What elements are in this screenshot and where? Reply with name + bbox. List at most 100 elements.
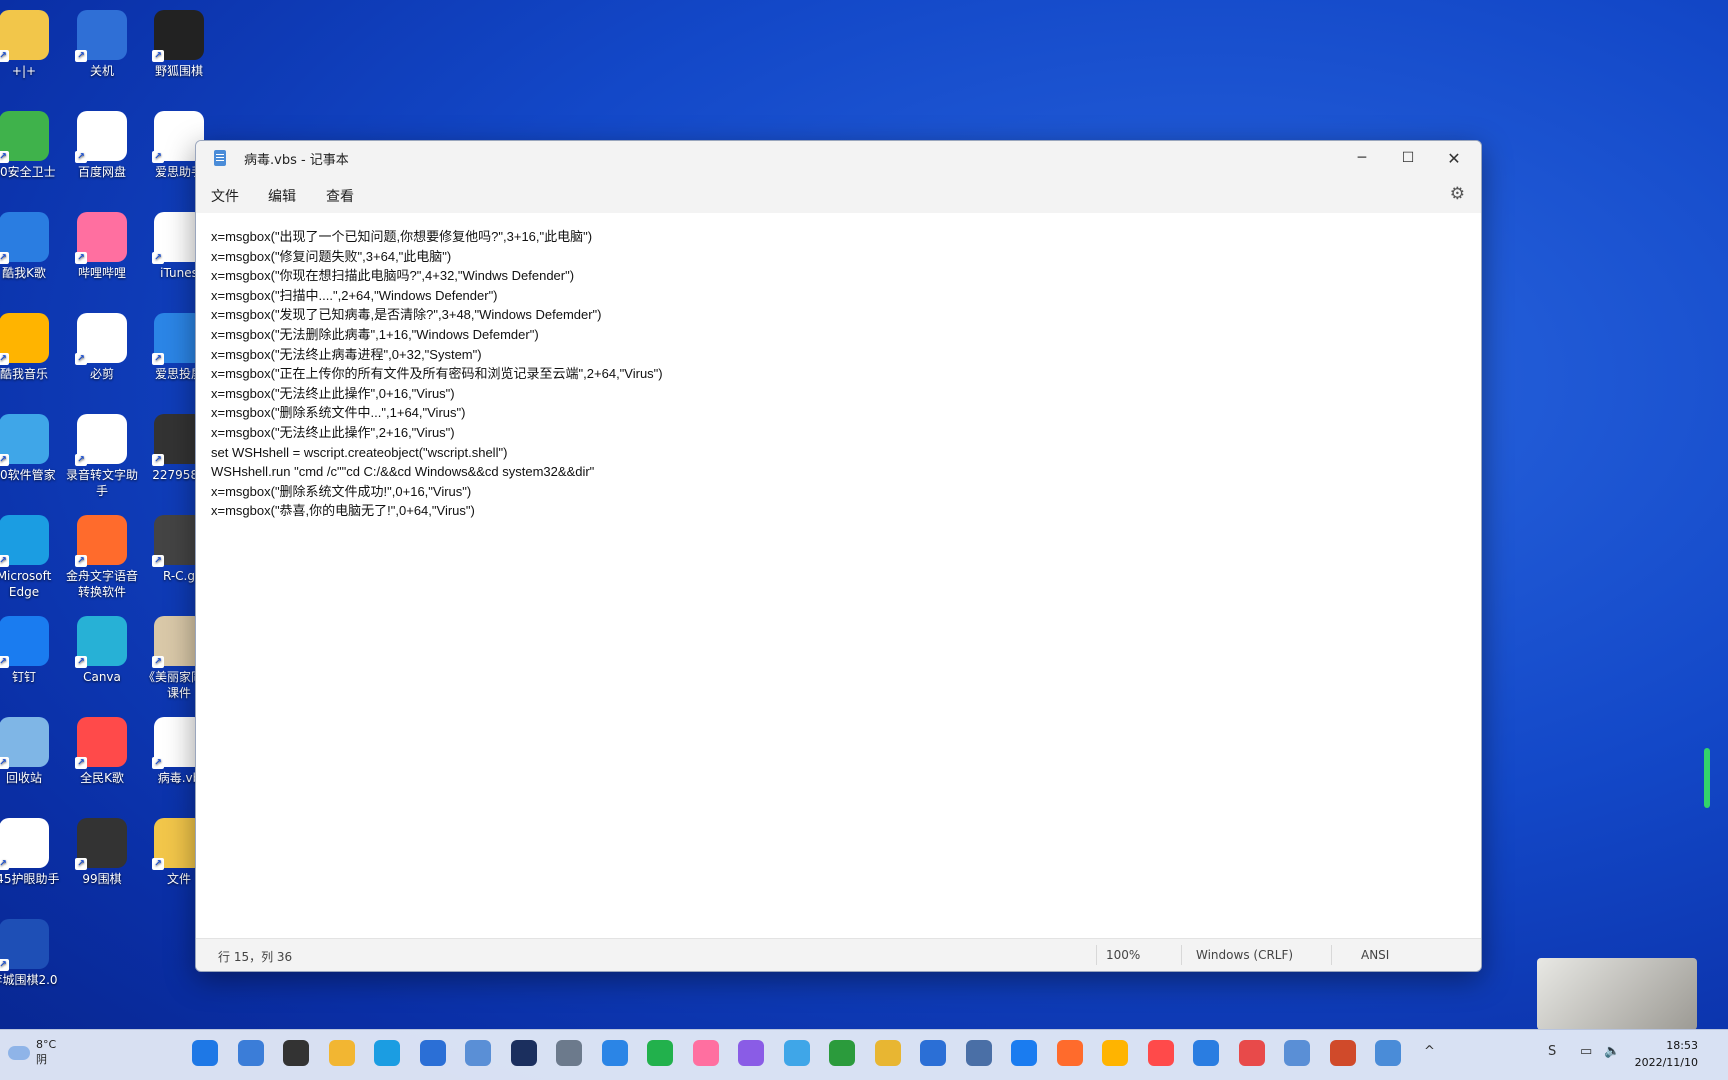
desktop-icon[interactable]: ↗ Microsoft Edge <box>0 515 63 600</box>
desktop-icon[interactable]: ↗ 钉钉 <box>0 616 63 685</box>
desktop-icon-label: 录音转文字助手 <box>65 468 138 498</box>
text-line: set WSHshell = wscript.createobject("wsc… <box>211 444 508 460</box>
notepad-app-icon <box>214 150 226 166</box>
desktop-icon[interactable]: ↗ 60软件管家 <box>0 414 63 483</box>
desktop-icon[interactable]: ↗ 哔哩哔哩 <box>63 212 141 281</box>
text-editor[interactable]: x=msgbox("出现了一个已知问题,你想要修复他吗?",3+16,"此电脑"… <box>196 213 1481 939</box>
shortcut-arrow-icon: ↗ <box>75 656 87 668</box>
taskbar-task-view-icon[interactable] <box>283 1040 309 1066</box>
desktop-icon-label: 关机 <box>89 64 114 78</box>
clock[interactable]: 18:53 2022/11/10 <box>1635 1037 1698 1071</box>
status-divider <box>1096 945 1097 965</box>
menu-view[interactable]: 查看 <box>326 186 354 206</box>
app-icon: ↗ <box>0 616 49 668</box>
app-icon: ↗ <box>75 717 127 769</box>
desktop-icon-label: 酷我K歌 <box>2 266 46 280</box>
taskbar-game-icon[interactable] <box>829 1040 855 1066</box>
network-icon[interactable]: ▭ <box>1580 1044 1592 1059</box>
taskbar-settings-icon[interactable] <box>556 1040 582 1066</box>
desktop-icon[interactable]: ↗ 必剪 <box>63 313 141 382</box>
title-bar[interactable]: 病毒.vbs - 记事本 ─ ☐ ✕ <box>196 141 1481 175</box>
taskbar-notepad-icon[interactable] <box>1375 1040 1401 1066</box>
app-icon: ↗ <box>152 10 204 62</box>
desktop-icon-label: 哔哩哔哩 <box>77 266 126 280</box>
desktop-icon[interactable]: ↗ 345护眼助手 <box>0 818 63 887</box>
text-line: x=msgbox("出现了一个已知问题,你想要修复他吗?",3+16,"此电脑"… <box>211 229 593 244</box>
menu-file[interactable]: 文件 <box>211 186 239 206</box>
chevron-up-icon[interactable]: ^ <box>1424 1044 1435 1059</box>
desktop-icon-label: 全民K歌 <box>80 771 124 785</box>
taskbar-file-explorer-icon[interactable] <box>328 1040 355 1066</box>
shortcut-arrow-icon: ↗ <box>152 858 164 870</box>
shortcut-arrow-icon: ↗ <box>75 151 87 163</box>
desktop-icon[interactable]: ↗ 99围棋 <box>63 818 141 887</box>
taskbar-baidu-netdisk-icon[interactable] <box>783 1040 810 1066</box>
desktop-icon[interactable]: ↗ 酷我K歌 <box>0 212 63 281</box>
desktop-icon[interactable]: ↗ 百度网盘 <box>63 111 141 180</box>
taskbar-chart-app-icon[interactable] <box>1284 1040 1310 1066</box>
shortcut-arrow-icon: ↗ <box>152 454 164 466</box>
encoding: ANSI <box>1361 948 1390 962</box>
taskbar-powerpoint-icon[interactable] <box>1329 1040 1356 1066</box>
desktop-icon[interactable]: ↗ 60安全卫士 <box>0 111 63 180</box>
taskbar-bilibili-icon[interactable] <box>692 1040 719 1066</box>
taskbar-edge-icon[interactable] <box>374 1040 400 1066</box>
desktop-icon[interactable]: ↗ 金舟文字语音转换软件 <box>63 515 141 600</box>
taskbar-dingtalk-icon[interactable] <box>1011 1040 1037 1066</box>
taskbar-start-icon[interactable] <box>192 1040 218 1066</box>
cursor-position: 行 15，列 36 <box>218 950 293 964</box>
taskbar-kuwo-icon[interactable] <box>1102 1040 1128 1066</box>
taskbar-docs-icon[interactable] <box>920 1040 946 1066</box>
text-line: x=msgbox("扫描中....",2+64,"Windows Defende… <box>211 287 498 303</box>
taskbar-dell-icon[interactable] <box>510 1040 537 1066</box>
desktop-icon[interactable]: ↗ 关机 <box>63 10 141 79</box>
taskbar-presentation-icon[interactable] <box>601 1040 628 1066</box>
text-line: x=msgbox("无法删除此病毒",1+16,"Windows Defemde… <box>211 326 539 342</box>
desktop-icon[interactable]: ↗ 野狐围棋 <box>140 10 218 79</box>
text-line: x=msgbox("你现在想扫描此电脑吗?",4+32,"Windws Defe… <box>211 268 575 284</box>
shortcut-arrow-icon: ↗ <box>152 151 164 163</box>
close-button[interactable]: ✕ <box>1431 141 1477 175</box>
taskbar-search-icon[interactable] <box>237 1040 264 1066</box>
desktop-icon-label: 60安全卫士 <box>0 165 56 179</box>
app-icon: ↗ <box>75 414 127 466</box>
shortcut-arrow-icon: ↗ <box>0 959 9 971</box>
shortcut-arrow-icon: ↗ <box>0 656 9 668</box>
close-icon: ✕ <box>1447 148 1461 168</box>
taskbar-photos-icon[interactable] <box>465 1040 491 1066</box>
taskbar-wechat-icon[interactable] <box>647 1040 673 1066</box>
menu-edit[interactable]: 编辑 <box>268 186 296 206</box>
shortcut-arrow-icon: ↗ <box>152 757 164 769</box>
corner-artwork <box>1537 958 1697 1030</box>
taskbar-quanmin-kge-icon[interactable] <box>1147 1040 1174 1066</box>
volume-icon[interactable]: 🔈 <box>1604 1044 1620 1059</box>
desktop-icon[interactable]: ↗ 录音转文字助手 <box>63 414 141 499</box>
weather-widget[interactable]: 8°C 阴 <box>8 1038 56 1067</box>
shortcut-arrow-icon: ↗ <box>0 353 9 365</box>
app-icon: ↗ <box>75 616 127 668</box>
line-ending: Windows (CRLF) <box>1196 948 1294 962</box>
desktop-icon[interactable]: ↗ 全民K歌 <box>63 717 141 786</box>
desktop-icon[interactable]: ↗ 弈城围棋2.0 <box>0 919 63 988</box>
maximize-button[interactable]: ☐ <box>1385 141 1431 175</box>
taskbar-store-icon[interactable] <box>419 1040 446 1066</box>
desktop-icon[interactable]: ↗ Canva <box>63 616 141 685</box>
gear-icon[interactable]: ⚙ <box>1450 184 1465 204</box>
minimize-button[interactable]: ─ <box>1339 141 1385 175</box>
desktop-icon[interactable]: ↗ 酷我音乐 <box>0 313 63 382</box>
taskbar-video-icon[interactable] <box>738 1040 764 1066</box>
text-line: x=msgbox("无法终止此操作",2+16,"Virus") <box>211 424 455 440</box>
sogou-icon[interactable]: S <box>1548 1044 1556 1059</box>
app-icon: ↗ <box>75 515 127 567</box>
text-line: x=msgbox("正在上传你的所有文件及所有密码和浏览记录至云端",2+64,… <box>211 366 663 382</box>
desktop-icon[interactable]: ↗ +|+ <box>0 10 63 79</box>
taskbar-classroom-icon[interactable] <box>1238 1040 1265 1066</box>
shortcut-arrow-icon: ↗ <box>152 555 164 567</box>
desktop-icon[interactable]: ↗ 回收站 <box>0 717 63 786</box>
taskbar-jinzhou-icon[interactable] <box>1056 1040 1083 1066</box>
taskbar-kuwo-kge-icon[interactable] <box>1193 1040 1219 1066</box>
taskbar-notes-icon[interactable] <box>874 1040 901 1066</box>
taskbar-remote-icon[interactable] <box>965 1040 992 1066</box>
shortcut-arrow-icon: ↗ <box>75 555 87 567</box>
desktop-icon-label: 回收站 <box>5 771 42 785</box>
